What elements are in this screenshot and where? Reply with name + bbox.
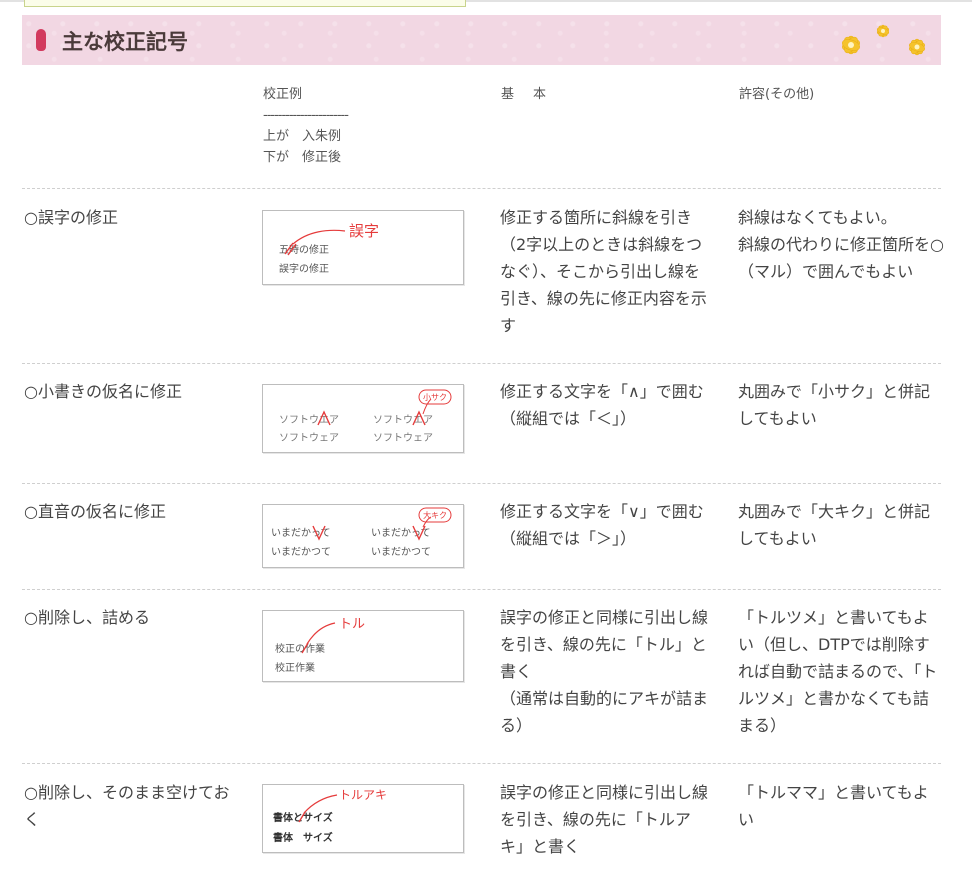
- row-allowance-text: 「トルツメ」と書いてもよい（但し、DTPでは削除すれば自動で詰まるので、「トルツ…: [738, 608, 938, 735]
- row-divider: [22, 589, 941, 590]
- sample-after-text: いまだかつて: [371, 546, 431, 558]
- sample-after-text: 書体 サイズ: [273, 831, 333, 844]
- example-separator: -----------------------: [263, 108, 349, 123]
- example-heading: 校正例: [263, 87, 303, 102]
- example-note-lower: 下が 修正後: [263, 150, 342, 165]
- row-label: ○削除し、そのまま空けておく: [24, 783, 230, 829]
- row-label: ○直音の仮名に修正: [24, 502, 166, 521]
- sample-before-text: 校正の作業: [275, 642, 325, 655]
- sample-after-text: ソフトウェア: [279, 432, 339, 444]
- row-divider: [22, 188, 941, 189]
- row-basic-text: 修正する文字を「∨」で囲む（縦組では「＞」）: [500, 502, 704, 548]
- proof-sample-image: ソフトウエア ソフトウエア ソフトウェア ソフトウェア 小サク: [262, 384, 464, 453]
- proof-sample-image: 書体とサイズ 書体 サイズ トルアキ: [262, 784, 464, 853]
- row-allowance-text: 丸囲みで「小サク」と併記してもよい: [738, 382, 931, 428]
- sample-before-text: 書体とサイズ: [273, 811, 333, 824]
- sample-after-text: 校正作業: [275, 661, 315, 674]
- example-note-upper: 上が 入朱例: [263, 129, 342, 144]
- row-allowance-text: 斜線はなくてもよい。 斜線の代わりに修正箇所を○（マル）で囲んでもよい: [738, 208, 944, 281]
- row-divider: [22, 763, 941, 764]
- row-divider: [22, 483, 941, 484]
- sample-tag-text: 大キク: [423, 510, 447, 520]
- column-header-basic: 基 本: [501, 87, 550, 102]
- sample-mark-text: トルアキ: [339, 788, 387, 802]
- sample-before-text: 五時の修正: [279, 243, 329, 256]
- proof-sample-image: いまだかって いまだかって いまだかつて いまだかつて 大キク: [262, 504, 464, 568]
- section-title: 主な校正記号: [62, 30, 188, 54]
- row-basic-text: 誤字の修正と同様に引出し線を引き、線の先に「トルアキ」と書く: [500, 783, 709, 856]
- column-header-allowance: 許容(その他): [739, 87, 815, 102]
- row-basic-text: 誤字の修正と同様に引出し線を引き、線の先に「トル」と書く （通常は自動的にアキが…: [500, 608, 709, 735]
- sample-mark-text: トル: [339, 617, 365, 632]
- proof-sample-image: 五時の修正 誤字の修正 誤字: [262, 210, 464, 285]
- column-header-example: 校正例 ----------------------- 上が 入朱例 下が 修正…: [263, 84, 349, 168]
- sample-tag-text: 小サク: [423, 393, 447, 402]
- sample-after-text: いまだかつて: [271, 546, 331, 558]
- row-label: ○誤字の修正: [24, 208, 118, 227]
- section-header: 主な校正記号: [22, 15, 941, 65]
- row-divider: [22, 363, 941, 364]
- previous-section-box: [24, 0, 466, 7]
- header-bullet-icon: [36, 29, 46, 51]
- row-label: ○削除し、詰める: [24, 608, 150, 627]
- sample-after-text: ソフトウェア: [373, 432, 433, 444]
- sample-mark-text: 誤字: [349, 222, 379, 240]
- proof-sample-image: 校正の作業 校正作業 トル: [262, 610, 464, 682]
- row-allowance-text: 「トルママ」と書いてもよい: [738, 783, 929, 829]
- flower-decoration-icon: [842, 24, 925, 56]
- row-label: ○小書きの仮名に修正: [24, 382, 182, 401]
- row-basic-text: 修正する文字を「∧」で囲む （縦組では「＜」）: [500, 382, 704, 428]
- sample-after-text: 誤字の修正: [279, 262, 329, 275]
- row-allowance-text: 丸囲みで「大キク」と併記してもよい: [738, 502, 931, 548]
- row-basic-text: 修正する箇所に斜線を引き（2字以上のときは斜線をつなぐ）、そこから引出し線を引き…: [500, 208, 707, 335]
